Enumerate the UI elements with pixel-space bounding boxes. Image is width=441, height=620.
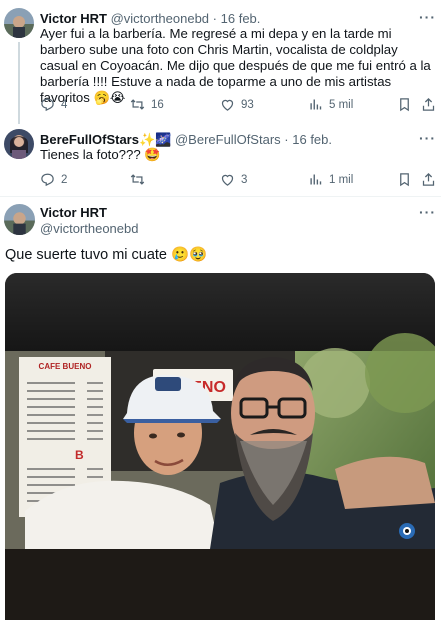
like-icon (221, 99, 234, 111)
bookmark-button[interactable] (397, 97, 418, 112)
menu-title: CAFE BUENO (39, 362, 92, 371)
views-icon (310, 99, 322, 110)
like-button[interactable]: 93 (220, 97, 254, 112)
retweet-button[interactable]: 16 (130, 97, 164, 112)
retweet-count: 16 (151, 98, 164, 111)
bookmark-button[interactable] (397, 172, 418, 187)
more-icon[interactable]: ··· (419, 9, 436, 25)
tweet-date[interactable]: 16 feb. (292, 132, 332, 147)
separator-dot: · (212, 11, 218, 26)
tweet-1[interactable]: Victor HRT @victortheonebd · 16 feb. ···… (0, 0, 441, 124)
avatar[interactable] (4, 8, 34, 38)
thread-line (18, 42, 20, 124)
tweet-text: Ayer fui a la barbería. Me regresé a mi … (40, 26, 431, 105)
tweet-actions: 4 16 93 5 mil (40, 97, 440, 115)
bookmark-icon (400, 173, 409, 187)
author-handle[interactable]: @victortheonebd (111, 11, 209, 26)
share-icon (422, 172, 435, 186)
retweet-icon (130, 174, 145, 185)
author-handle[interactable]: @BereFullOfStars (175, 132, 281, 147)
tweet-text: Que suerte tuvo mi cuate 🥲🥹 (5, 247, 208, 263)
views-count: 5 mil (329, 98, 354, 111)
author-name[interactable]: BereFullOfStars✨🌌 (40, 132, 171, 147)
tweet-2[interactable]: BereFullOfStars✨🌌 @BereFullOfStars · 16 … (0, 122, 441, 196)
separator-dot: · (284, 132, 289, 147)
like-count: 93 (241, 98, 254, 111)
views-button[interactable]: 5 mil (308, 97, 353, 112)
more-icon[interactable]: ··· (419, 130, 436, 146)
photo-image: CAFE BUENO B BUENO (5, 273, 435, 620)
like-button[interactable]: 3 (220, 172, 247, 187)
author-name[interactable]: Victor HRT (40, 11, 107, 26)
retweet-icon (130, 99, 145, 110)
bookmark-icon (400, 98, 409, 112)
reply-count: 2 (61, 173, 68, 186)
tweet-photo[interactable]: CAFE BUENO B BUENO (5, 273, 435, 620)
retweet-button[interactable] (130, 172, 151, 187)
reply-button[interactable]: 2 (40, 172, 67, 187)
views-button[interactable]: 1 mil (308, 172, 353, 187)
share-button[interactable] (421, 172, 441, 187)
menu-letter: B (75, 448, 84, 462)
reply-count: 4 (61, 98, 68, 111)
reply-button[interactable]: 4 (40, 97, 67, 112)
views-count: 1 mil (329, 173, 354, 186)
avatar[interactable] (4, 204, 35, 235)
more-icon[interactable]: ··· (419, 204, 436, 220)
like-icon (221, 174, 234, 186)
share-button[interactable] (421, 97, 441, 112)
share-icon (422, 97, 435, 111)
like-count: 3 (241, 173, 248, 186)
tweet-text: Tienes la foto??? 🤩 (40, 147, 161, 162)
avatar[interactable] (4, 129, 34, 159)
author-handle[interactable]: @victortheonebd (40, 221, 138, 236)
tweet-actions: 2 3 1 mil (40, 172, 440, 190)
reply-icon (41, 173, 54, 187)
author-name[interactable]: Victor HRT (40, 205, 107, 220)
reply-icon (41, 98, 54, 112)
views-icon (310, 174, 322, 185)
tweet-date[interactable]: 16 feb. (221, 11, 261, 26)
